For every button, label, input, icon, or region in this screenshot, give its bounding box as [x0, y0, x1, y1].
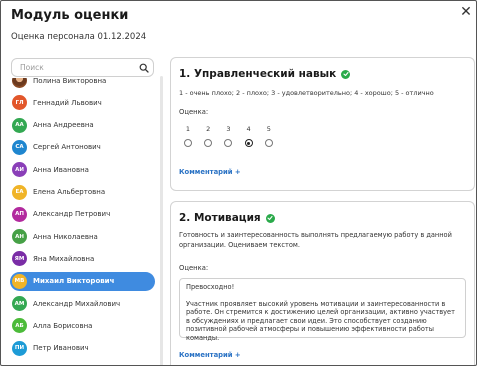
search-input[interactable] — [12, 59, 134, 76]
rating-text-paragraph: Участник проявляет высокий уровень мотив… — [186, 299, 455, 342]
employee-list-item[interactable]: АМ Александр Михайлович — [10, 294, 155, 313]
rating-radio[interactable] — [224, 139, 233, 147]
evaluation-subtitle: Оценка персонала 01.12.2024 — [11, 32, 147, 42]
employee-list-item[interactable]: АБ Алла Борисовна — [10, 316, 155, 335]
modal-title: Модуль оценки — [11, 8, 129, 23]
search-box — [11, 58, 154, 77]
rating-option-label: 5 — [266, 125, 271, 133]
section-motivation: 2. Мотивация Готовность и заинтересованн… — [170, 201, 475, 365]
evaluation-modal: Модуль оценки ✕ Оценка персонала 01.12.2… — [0, 0, 477, 366]
employee-panel: Полина Викторовна ГЛ Геннадий Львович АА Анн… — [1, 51, 166, 365]
avatar: МВ — [12, 273, 27, 289]
employee-name: Анна Андреевна — [33, 121, 94, 130]
add-comment-link[interactable]: Комментарий + — [179, 351, 241, 359]
rating-option-label: 4 — [246, 125, 251, 133]
employee-list-item[interactable]: АИ Анна Ивановна — [10, 160, 155, 179]
avatar: АИ — [12, 162, 27, 178]
employee-name: Анна Николаевна — [33, 232, 98, 241]
rating-text-area[interactable]: Превосходно! Участник проявляет высокий … — [179, 278, 466, 342]
employee-name: Геннадий Львович — [33, 98, 102, 107]
rating-scale-description: 1 - очень плохо; 2 - плохо; 3 - удовлетв… — [179, 89, 434, 97]
employee-list-item[interactable]: АА Анна Андреевна — [10, 116, 155, 135]
employee-list-item[interactable]: АП Александр Петрович — [10, 205, 155, 224]
employee-list-item[interactable]: ПИ Петр Иванович — [10, 339, 155, 358]
employee-list-item[interactable]: АН Анна Николаевна — [10, 227, 155, 246]
avatar: АП — [12, 206, 27, 222]
rating-label: Оценка: — [179, 264, 209, 272]
avatar: АМ — [12, 296, 27, 311]
avatar: СА — [12, 139, 27, 155]
employee-name: Александр Михайлович — [33, 299, 121, 308]
avatar — [12, 78, 27, 88]
rating-option-4: 4 — [244, 125, 254, 147]
employee-name: Яна Михайловна — [33, 254, 95, 263]
employee-list-scrollbar[interactable] — [160, 76, 163, 365]
section-description: Готовность и заинтересованность выполнят… — [179, 231, 452, 249]
employee-name: Полина Викторовна — [33, 78, 107, 85]
avatar: ЯМ — [12, 251, 27, 267]
rating-text-line: Превосходно! — [186, 283, 235, 291]
employee-name: Алла Борисовна — [33, 321, 93, 330]
avatar: ГЛ — [12, 95, 27, 111]
check-icon — [341, 69, 351, 79]
avatar: АН — [12, 229, 27, 245]
rating-option-label: 3 — [226, 125, 231, 133]
rating-option-2: 2 — [203, 125, 213, 147]
employee-list-item[interactable]: ГЛ Геннадий Львович — [10, 93, 155, 112]
employee-name: Елена Альбертовна — [33, 188, 106, 196]
employee-name: Александр Петрович — [33, 210, 111, 219]
employee-list: Полина Викторовна ГЛ Геннадий Львович АА Анн… — [10, 78, 156, 365]
add-comment-link[interactable]: Комментарий + — [179, 168, 241, 176]
rating-radio[interactable] — [244, 139, 253, 147]
section-title-text: 2. Мотивация — [179, 212, 261, 224]
employee-list-item[interactable]: Полина Викторовна — [10, 78, 155, 90]
employee-list-item[interactable]: ЕА Елена Альбертовна — [10, 183, 155, 202]
rating-label: Оценка: — [179, 108, 209, 116]
section-title: 2. Мотивация — [179, 212, 275, 224]
rating-radio[interactable] — [264, 139, 273, 147]
avatar: ПИ — [12, 340, 27, 356]
employee-list-item[interactable]: СА Сергей Антонович — [10, 138, 155, 157]
section-title-text: 1. Управленческий навык — [179, 68, 337, 80]
employee-list-item[interactable]: МВ Михаил Викторович — [10, 271, 155, 291]
check-icon — [265, 213, 275, 223]
employee-list-item[interactable]: ЯМ Яна Михайловна — [10, 249, 155, 268]
section-title: 1. Управленческий навык — [179, 68, 351, 80]
avatar: АА — [12, 117, 27, 133]
rating-radio[interactable] — [184, 139, 192, 147]
rating-option-3: 3 — [223, 125, 233, 147]
avatar: АБ — [12, 318, 27, 334]
close-icon[interactable]: ✕ — [459, 4, 473, 20]
rating-option-5: 5 — [264, 125, 274, 147]
section-management-skill: 1. Управленческий навык 1 - очень плохо;… — [170, 57, 475, 191]
rating-option-label: 2 — [206, 125, 211, 133]
rating-option-1: 1 — [183, 125, 193, 147]
search-icon[interactable] — [139, 63, 149, 73]
employee-name: Сергей Антонович — [33, 143, 101, 152]
rating-radio[interactable] — [204, 139, 213, 147]
rating-option-label: 1 — [185, 125, 191, 133]
employee-name: Михаил Викторович — [33, 277, 115, 286]
employee-name: Петр Иванович — [33, 344, 89, 353]
employee-name: Анна Ивановна — [33, 165, 89, 174]
avatar: ЕА — [12, 184, 27, 200]
